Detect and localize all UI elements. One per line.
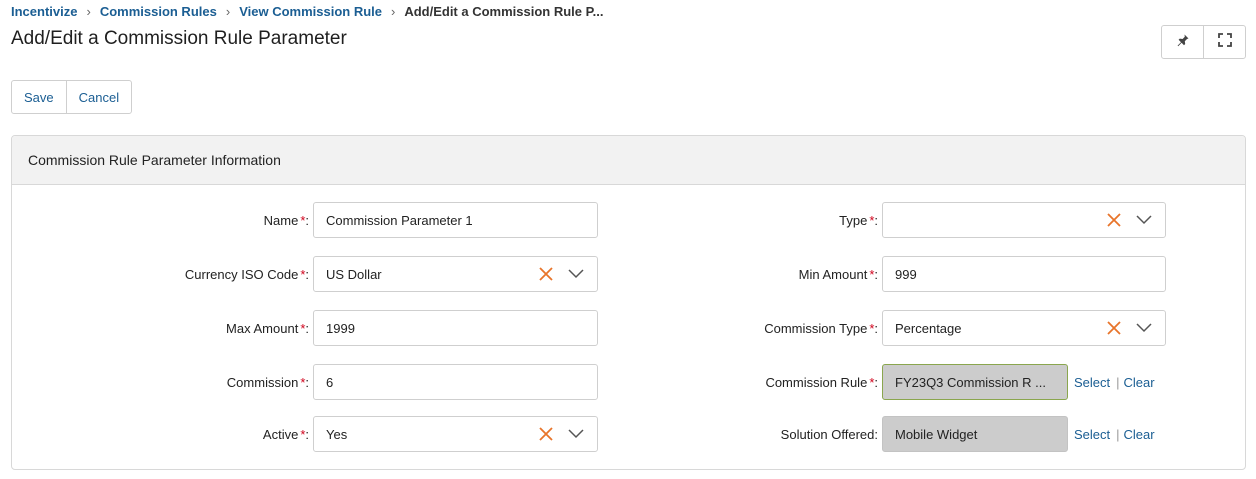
page-title: Add/Edit a Commission Rule Parameter (11, 28, 347, 49)
name-value: Commission Parameter 1 (326, 212, 473, 228)
commission-type-value: Percentage (895, 320, 962, 336)
chevron-down-icon[interactable] (1135, 319, 1153, 337)
active-label: Active *: (262, 426, 309, 442)
type-row: Type *: (612, 202, 1232, 238)
action-bar: Save Cancel (11, 80, 133, 114)
chevron-right-icon: › (225, 3, 231, 19)
commission-type-label: Commission Type *: (764, 320, 878, 336)
commission-rule-label: Commission Rule *: (765, 374, 878, 390)
min-amount-label: Min Amount *: (798, 266, 878, 282)
type-select[interactable] (882, 202, 1166, 238)
solution-offered-row: Solution Offered: Mobile Widget Select |… (612, 416, 1232, 452)
currency-value: US Dollar (326, 266, 382, 282)
min-amount-value: 999 (895, 266, 917, 282)
commission-rule-select-link[interactable]: Select (1074, 375, 1110, 390)
name-input[interactable]: Commission Parameter 1 (313, 202, 598, 238)
name-row: Name *: Commission Parameter 1 (12, 202, 612, 238)
max-amount-value: 1999 (326, 320, 355, 336)
fullscreen-button[interactable] (1203, 26, 1245, 58)
commission-type-select[interactable]: Percentage (882, 310, 1166, 346)
solution-offered-select-link[interactable]: Select (1074, 427, 1110, 442)
active-value: Yes (326, 426, 348, 442)
commission-rule-clear-link[interactable]: Clear (1124, 375, 1155, 390)
breadcrumb-view-commission-rule[interactable]: View Commission Rule (239, 4, 382, 19)
chevron-right-icon: › (86, 3, 91, 19)
pin-button[interactable] (1162, 26, 1203, 58)
breadcrumb-commission-rules[interactable]: Commission Rules (100, 4, 217, 19)
commission-rule-field[interactable]: FY23Q3 Commission R ... (882, 364, 1068, 400)
breadcrumb-current: Add/Edit a Commission Rule P... (404, 3, 604, 19)
min-amount-row: Min Amount *: 999 (612, 256, 1232, 292)
breadcrumb-incentivize[interactable]: Incentivize (11, 4, 77, 19)
commission-row: Commission *: 6 (12, 364, 612, 400)
max-amount-label: Max Amount *: (226, 320, 309, 336)
save-button[interactable]: Save (12, 81, 66, 113)
cancel-button[interactable]: Cancel (65, 81, 131, 113)
breadcrumb: Incentivize › Commission Rules › View Co… (11, 3, 603, 19)
chevron-right-icon: › (390, 3, 396, 19)
currency-label: Currency ISO Code *: (184, 266, 309, 282)
commission-rule-value: FY23Q3 Commission R ... (895, 374, 1046, 390)
commission-label: Commission *: (226, 374, 309, 390)
max-amount-input[interactable]: 1999 (313, 310, 598, 346)
pin-icon (1176, 33, 1190, 52)
solution-offered-actions: Select | Clear (1074, 416, 1155, 452)
header-tools (1161, 25, 1246, 59)
max-amount-row: Max Amount *: 1999 (12, 310, 612, 346)
type-label: Type *: (839, 212, 878, 228)
min-amount-input[interactable]: 999 (882, 256, 1166, 292)
commission-rule-row: Commission Rule *: FY23Q3 Commission R ..… (612, 364, 1232, 400)
currency-row: Currency ISO Code *: US Dollar (12, 256, 612, 292)
link-divider: | (1116, 426, 1120, 442)
clear-x-icon[interactable] (1105, 319, 1123, 337)
panel-title: Commission Rule Parameter Information (12, 136, 1245, 185)
clear-x-icon[interactable] (537, 265, 555, 283)
clear-x-icon[interactable] (1105, 211, 1123, 229)
chevron-down-icon[interactable] (1135, 211, 1153, 229)
commission-rule-actions: Select | Clear (1074, 364, 1155, 400)
link-divider: | (1116, 374, 1120, 390)
currency-select[interactable]: US Dollar (313, 256, 598, 292)
active-row: Active *: Yes (12, 416, 612, 452)
solution-offered-label: Solution Offered: (780, 426, 878, 442)
active-select[interactable]: Yes (313, 416, 598, 452)
name-label: Name *: (263, 212, 309, 228)
commission-value: 6 (326, 374, 334, 390)
clear-x-icon[interactable] (537, 425, 555, 443)
chevron-down-icon[interactable] (567, 425, 585, 443)
fullscreen-icon (1217, 32, 1233, 53)
commission-input[interactable]: 6 (313, 364, 598, 400)
solution-offered-value: Mobile Widget (895, 426, 978, 442)
parameter-info-panel: Commission Rule Parameter Information Na… (11, 135, 1246, 470)
solution-offered-field[interactable]: Mobile Widget (882, 416, 1068, 452)
commission-type-row: Commission Type *: Percentage (612, 310, 1232, 346)
chevron-down-icon[interactable] (567, 265, 585, 283)
solution-offered-clear-link[interactable]: Clear (1124, 427, 1155, 442)
